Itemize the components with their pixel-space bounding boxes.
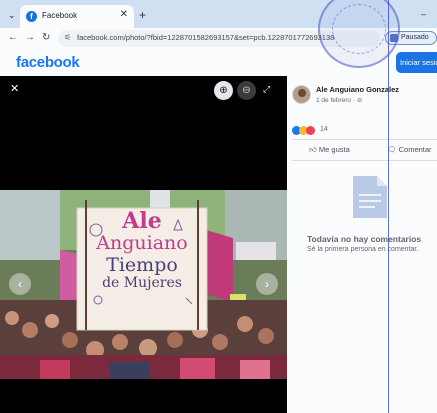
protest-banner-text: Ale Anguiano Tiempo de Mujeres <box>78 210 206 290</box>
browser-tab[interactable]: f Facebook ✕ <box>20 5 134 28</box>
banner-line-1: Ale <box>122 208 162 234</box>
empty-comments-icon <box>353 176 387 218</box>
comment-button[interactable]: 🗨︎ Comentar <box>387 145 432 154</box>
reaction-count[interactable]: 14 <box>320 126 328 133</box>
avatar[interactable] <box>292 85 311 104</box>
tab-menu-chevron-icon[interactable]: ⌄ <box>8 10 16 21</box>
like-button[interactable]: 👍︎ Me gusta <box>309 145 350 155</box>
love-reaction-icon <box>306 126 315 135</box>
login-button[interactable]: Iniciar sesión <box>396 52 437 73</box>
divider <box>292 160 437 161</box>
post-photo: Ale Anguiano Tiempo de Mujeres <box>0 190 287 379</box>
forward-arrow-icon[interactable]: → <box>25 32 35 43</box>
thumbs-up-icon: 👍︎ <box>309 145 319 154</box>
url-text: facebook.com/photo/?fbid=122870158269315… <box>77 33 335 42</box>
facebook-favicon-icon: f <box>26 11 37 22</box>
close-icon[interactable]: ✕ <box>10 82 19 95</box>
previous-photo-icon[interactable]: ‹ <box>9 273 31 295</box>
tab-title: Facebook <box>42 11 78 20</box>
screenshot: ⌄ f Facebook ✕ + – ← → ↻ ⚟ facebook.com/… <box>0 0 437 413</box>
back-arrow-icon[interactable]: ← <box>8 32 18 43</box>
scan-margin-line <box>388 0 389 413</box>
empty-comments-title: Todavía no hay comentarios <box>307 234 422 244</box>
reload-icon[interactable]: ↻ <box>42 32 50 43</box>
post-info-panel: Ale Anguiano Gonzalez 1 de febrero · ⊘ 1… <box>287 76 437 413</box>
post-date[interactable]: 1 de febrero · ⊘ <box>316 96 362 104</box>
zoom-out-icon[interactable]: ⊖ <box>237 81 256 100</box>
facebook-logo[interactable]: facebook <box>16 54 80 71</box>
comment-label: Comentar <box>398 145 432 154</box>
fullscreen-icon[interactable]: ⤢ <box>263 84 270 95</box>
zoom-in-icon[interactable]: ⊕ <box>214 81 233 100</box>
site-info-icon[interactable]: ⚟ <box>64 33 71 42</box>
next-photo-icon[interactable]: › <box>256 273 278 295</box>
tab-close-icon[interactable]: ✕ <box>120 9 128 20</box>
divider <box>292 139 437 140</box>
banner-line-4: de Mujeres <box>102 275 182 291</box>
photo-viewer: ✕ ⊕ ⊖ ⤢ Ale Anguiano Tiempo de Mujeres ‹… <box>0 76 287 413</box>
author-name[interactable]: Ale Anguiano Gonzalez <box>316 85 399 94</box>
like-label: Me gusta <box>318 145 350 154</box>
empty-comments-subtitle: Sé la primera persona en comentar. <box>307 246 419 253</box>
profile-status-label: Pausado <box>401 34 429 41</box>
new-tab-icon[interactable]: + <box>139 8 146 22</box>
minimize-icon[interactable]: – <box>421 9 426 19</box>
banner-line-3: Tiempo <box>106 254 178 276</box>
banner-line-2: Anguiano <box>96 232 188 254</box>
